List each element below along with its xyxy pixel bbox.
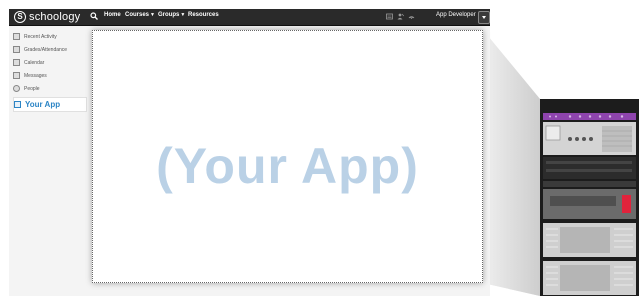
app-icon	[14, 101, 21, 108]
search-icon[interactable]	[90, 12, 98, 20]
nav-home-label: Home	[104, 12, 121, 18]
chevron-down-icon: ▼	[150, 12, 155, 18]
sidebar-item-label: Recent Activity	[24, 33, 57, 40]
user-menu-button[interactable]	[478, 11, 490, 24]
notifications-icon[interactable]	[408, 13, 415, 20]
requests-icon[interactable]	[397, 13, 404, 20]
logo-icon: S	[14, 11, 26, 23]
nav-groups[interactable]: Groups▼	[158, 12, 185, 18]
messages-icon	[13, 72, 20, 79]
sidebar-item-label: People	[24, 85, 40, 92]
left-sidebar: Recent Activity Grades/Attendance Calend…	[13, 30, 87, 112]
activity-icon	[13, 33, 20, 40]
sidebar-item-grades-attendance[interactable]: Grades/Attendance	[13, 43, 87, 56]
nav-courses[interactable]: Courses▼	[125, 12, 155, 18]
sidebar-item-recent-activity[interactable]: Recent Activity	[13, 30, 87, 43]
sidebar-item-messages[interactable]: Messages	[13, 69, 87, 82]
server-rack-illustration	[540, 99, 639, 296]
sidebar-item-label: Messages	[24, 72, 47, 79]
nav-resources[interactable]: Resources	[188, 12, 219, 18]
logo-text: schoology	[29, 11, 81, 23]
sidebar-item-label: Grades/Attendance	[24, 46, 68, 53]
chevron-down-icon: ▼	[180, 12, 186, 18]
schoology-logo[interactable]: S schoology	[14, 10, 80, 24]
calendar-icon	[13, 59, 20, 66]
sidebar-item-people[interactable]: People	[13, 82, 87, 95]
messages-icon[interactable]	[386, 13, 393, 20]
nav-resources-label: Resources	[188, 12, 219, 18]
sidebar-item-label: Calendar	[24, 59, 45, 66]
nav-home[interactable]: Home	[104, 12, 121, 18]
sidebar-item-your-app[interactable]: Your App	[13, 97, 87, 112]
top-navigation-bar: S schoology Home Courses▼ Groups▼ Resour…	[9, 9, 490, 26]
nav-courses-label: Courses	[125, 12, 150, 18]
app-placeholder-text: (Your App)	[156, 138, 419, 194]
user-name[interactable]: App Developer	[436, 12, 476, 18]
sidebar-item-calendar[interactable]: Calendar	[13, 56, 87, 69]
nav-groups-label: Groups	[158, 12, 180, 18]
grades-icon	[13, 46, 20, 53]
people-icon	[13, 85, 20, 92]
app-frame[interactable]: (Your App)	[92, 30, 483, 283]
sidebar-item-label: Your App	[25, 100, 61, 109]
